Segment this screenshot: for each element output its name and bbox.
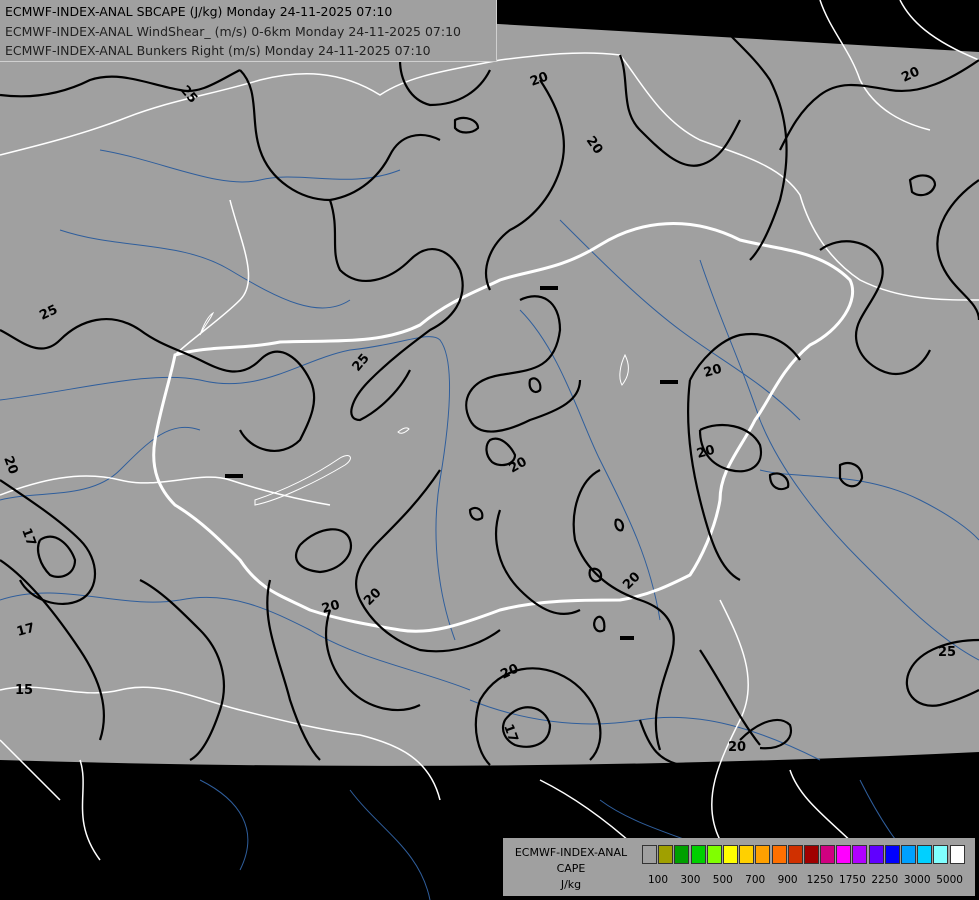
model-domain bbox=[0, 0, 979, 766]
legend-swatch bbox=[739, 845, 755, 864]
color-legend: ECMWF-INDEX-ANAL CAPE J/kg 100 300 500 700 9… bbox=[503, 838, 975, 896]
legend-tick-label: 1750 bbox=[839, 874, 866, 886]
legend-param: CAPE bbox=[556, 862, 586, 875]
contour-label: 20 bbox=[728, 740, 746, 755]
legend-swatch bbox=[884, 845, 900, 864]
legend-swatch bbox=[836, 845, 852, 864]
legend-swatch bbox=[852, 845, 868, 864]
map-title-box: ECMWF-INDEX-ANAL SBCAPE (J/kg) Monday 24… bbox=[0, 0, 497, 62]
legend-swatch bbox=[803, 845, 819, 864]
legend-tick-label: 2250 bbox=[871, 874, 899, 886]
legend-swatch bbox=[933, 845, 949, 864]
title-line-cape: ECMWF-INDEX-ANAL SBCAPE (J/kg) Monday 24… bbox=[5, 4, 393, 19]
legend-tick-label: 900 bbox=[777, 874, 798, 886]
legend-swatch bbox=[820, 845, 836, 864]
legend-ticks: 100 300 500 700 900 1250 1750 2250 3000 5000 bbox=[640, 874, 970, 888]
legend-swatch bbox=[868, 845, 884, 864]
legend-swatch bbox=[690, 845, 706, 864]
legend-swatch bbox=[917, 845, 933, 864]
weather-map: 20 20 20 25 25 25 25 20 20 20 20 20 20 2… bbox=[0, 0, 979, 900]
contour-label: 25 bbox=[938, 645, 956, 660]
legend-swatch bbox=[706, 845, 722, 864]
legend-swatch bbox=[674, 845, 690, 864]
legend-tick-label: 300 bbox=[680, 874, 701, 886]
contour-label: 15 bbox=[15, 683, 33, 698]
legend-swatch bbox=[755, 845, 771, 864]
title-line-windshear: ECMWF-INDEX-ANAL WindShear_ (m/s) 0-6km … bbox=[5, 24, 461, 39]
legend-tick-label: 1250 bbox=[806, 874, 834, 886]
legend-unit: J/kg bbox=[560, 878, 582, 891]
title-line-bunkers: ECMWF-INDEX-ANAL Bunkers Right (m/s) Mon… bbox=[5, 43, 431, 58]
legend-tick-label: 700 bbox=[745, 874, 766, 886]
legend-swatch bbox=[901, 845, 916, 864]
legend-swatch bbox=[642, 845, 657, 864]
legend-swatch bbox=[949, 845, 965, 864]
legend-tick-label: 5000 bbox=[936, 874, 963, 886]
legend-swatch bbox=[722, 845, 738, 864]
legend-swatch bbox=[771, 845, 787, 864]
legend-tick-label: 3000 bbox=[903, 874, 931, 886]
legend-tick-label: 100 bbox=[647, 874, 669, 886]
legend-source: ECMWF-INDEX-ANAL bbox=[514, 846, 628, 859]
legend-swatch bbox=[787, 845, 803, 864]
legend-swatches bbox=[642, 845, 966, 864]
legend-swatch bbox=[658, 845, 674, 864]
legend-tick-label: 500 bbox=[712, 874, 733, 886]
